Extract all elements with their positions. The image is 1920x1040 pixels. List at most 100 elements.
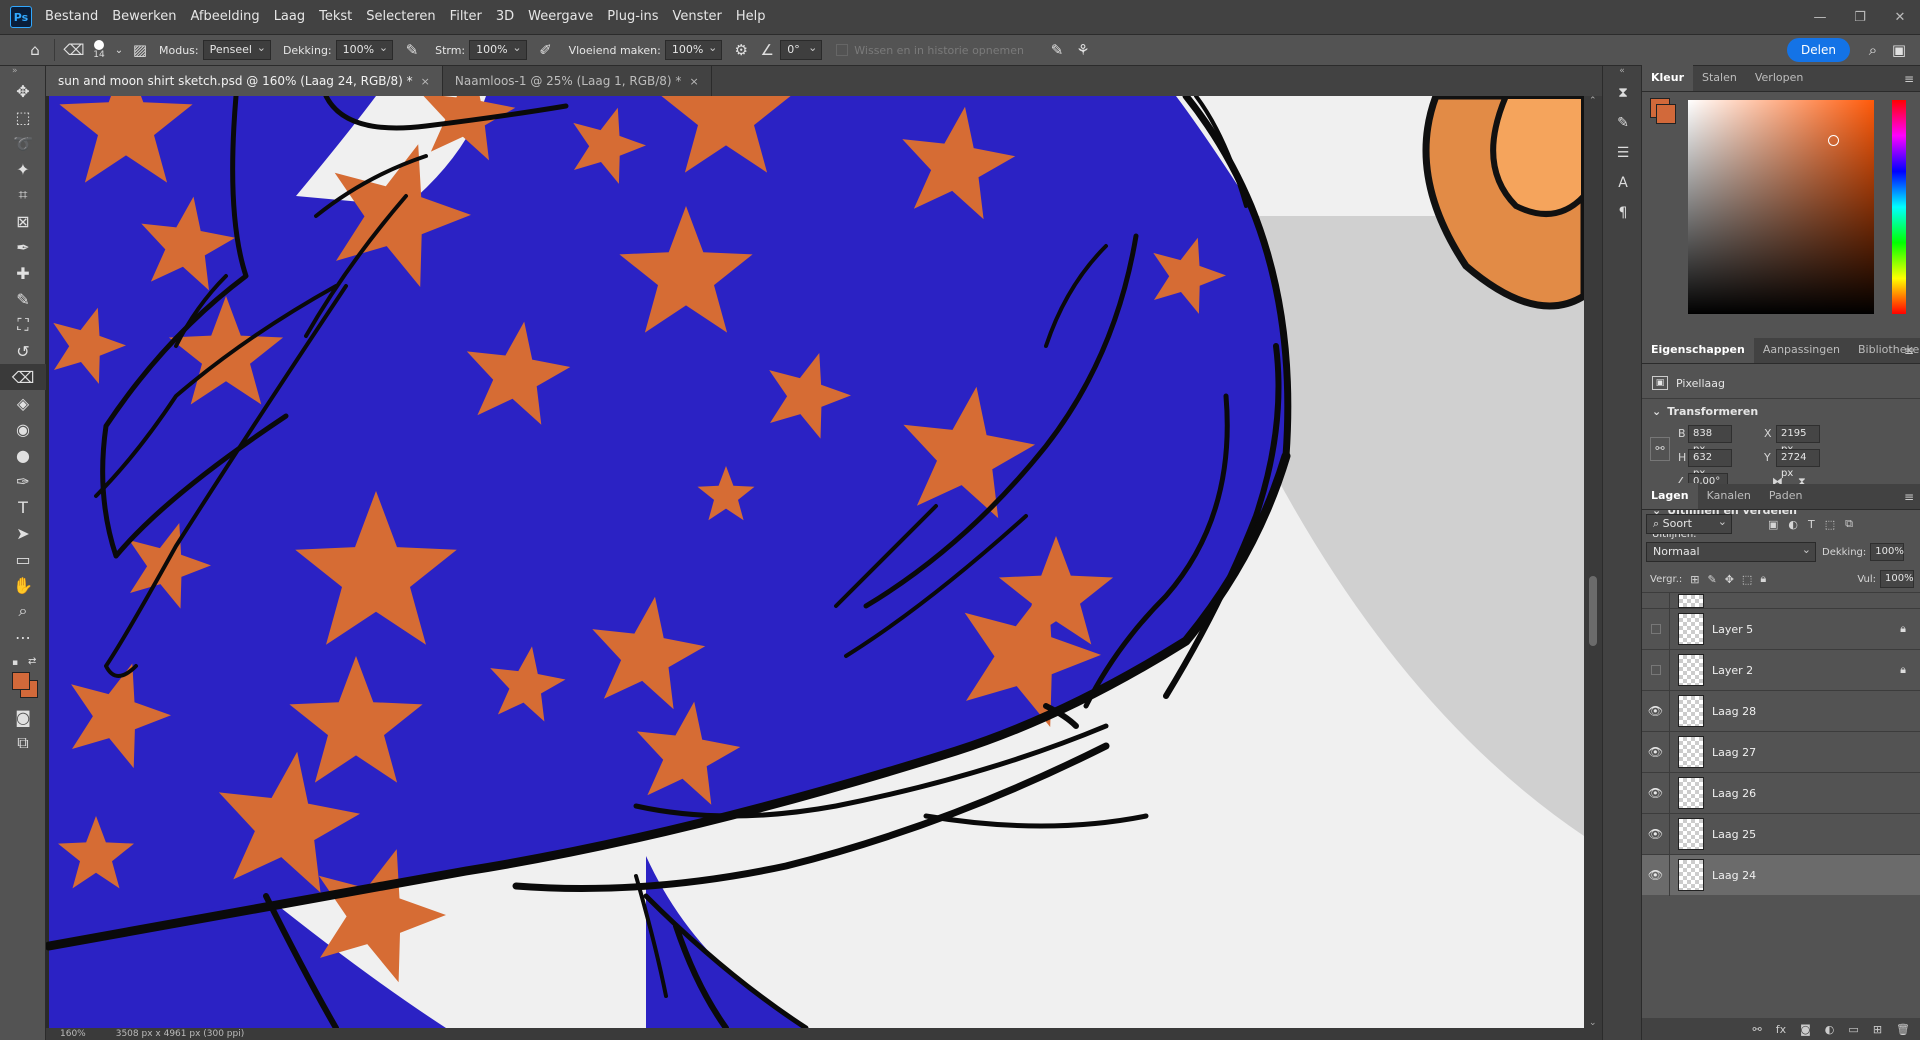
eye-icon[interactable]: 👁︎ — [1642, 731, 1670, 773]
link-icon[interactable]: ⚯ — [1650, 437, 1670, 461]
new-group-icon[interactable]: ▭ — [1848, 1023, 1858, 1036]
saturation-field[interactable] — [1688, 100, 1874, 314]
filter-pixel-icon[interactable]: ▣ — [1768, 518, 1778, 531]
tab-properties[interactable]: Eigenschappen — [1642, 337, 1754, 363]
pen-tool-icon[interactable]: ✑ — [0, 468, 46, 494]
close-icon[interactable]: × — [689, 75, 698, 88]
restore-icon[interactable]: ❐ — [1840, 0, 1880, 34]
hue-slider[interactable] — [1892, 100, 1906, 314]
filter-adjustment-icon[interactable]: ◐ — [1788, 518, 1798, 531]
tab-color[interactable]: Kleur — [1642, 65, 1694, 91]
healing-brush-tool-icon[interactable]: ✚ — [0, 260, 46, 286]
panel-background-swatch[interactable] — [1656, 104, 1676, 124]
close-icon[interactable]: ✕ — [1880, 0, 1920, 34]
magic-wand-tool-icon[interactable]: ✦ — [0, 156, 46, 182]
history-brush-tool-icon[interactable]: ↺ — [0, 338, 46, 364]
lock-pixels-icon[interactable]: ✎ — [1707, 573, 1716, 586]
eyedropper-tool-icon[interactable]: ✒ — [0, 234, 46, 260]
scroll-down-icon[interactable]: ⌄ — [1589, 1018, 1597, 1028]
move-tool-icon[interactable]: ✥ — [0, 78, 46, 104]
hand-tool-icon[interactable]: ✋ — [0, 572, 46, 598]
marquee-tool-icon[interactable]: ⬚ — [0, 104, 46, 130]
flow-input[interactable]: 100% — [469, 39, 527, 60]
quick-mask-icon[interactable]: ◙ — [0, 704, 46, 730]
brush-presets-icon[interactable]: ✎ — [1603, 108, 1643, 138]
trash-icon[interactable]: 🗑︎ — [1896, 1023, 1910, 1036]
menu-bewerken[interactable]: Bewerken — [105, 0, 183, 34]
paragraph-icon[interactable]: ¶ — [1603, 198, 1643, 228]
gear-icon[interactable]: ⚙ — [728, 38, 754, 62]
character-icon[interactable]: A — [1603, 168, 1643, 198]
transform-header[interactable]: ⌄ Transformeren — [1642, 399, 1920, 423]
layer-opacity-input[interactable]: 100% — [1870, 543, 1905, 561]
add-mask-icon[interactable]: ◙ — [1800, 1023, 1811, 1036]
adjustments-icon[interactable]: ☰ — [1603, 138, 1643, 168]
layer-row-partial[interactable] — [1642, 592, 1920, 608]
lock-all-icon[interactable]: 🔒︎ — [1760, 572, 1766, 586]
eraser-preset-icon[interactable]: ⌫ — [61, 38, 87, 62]
fill-input[interactable]: 100% — [1880, 570, 1914, 588]
menu-filter[interactable]: Filter — [443, 0, 489, 34]
layer-row-laag-27[interactable]: 👁︎ Laag 27 — [1642, 731, 1920, 773]
dodge-tool-icon[interactable]: ● — [0, 442, 46, 468]
layer-row-laag-28[interactable]: 👁︎ Laag 28 — [1642, 690, 1920, 732]
visibility-toggle[interactable] — [1642, 593, 1670, 608]
filter-type-icon[interactable]: T — [1808, 518, 1815, 531]
scroll-thumb[interactable] — [1589, 576, 1597, 646]
panel-menu-icon[interactable]: ≡ — [1904, 344, 1914, 358]
menu-weergave[interactable]: Weergave — [521, 0, 600, 34]
search-icon[interactable]: ⌕ — [1860, 38, 1886, 62]
brush-settings-icon[interactable]: ▨ — [127, 38, 153, 62]
menu-laag[interactable]: Laag — [267, 0, 312, 34]
default-colors-icon[interactable]: ▪ — [12, 658, 18, 668]
eye-icon[interactable]: 👁︎ — [1642, 690, 1670, 732]
layer-row-layer-5[interactable]: Layer 5 🔒︎ — [1642, 608, 1920, 650]
collapse-icon[interactable]: « — [1603, 66, 1641, 78]
menu-afbeelding[interactable]: Afbeelding — [183, 0, 266, 34]
scroll-up-icon[interactable]: ⌃ — [1589, 96, 1597, 106]
fx-icon[interactable]: fx — [1776, 1023, 1786, 1036]
mores-tool-icon[interactable]: ⋯ — [0, 624, 46, 650]
canvas-area[interactable] — [46, 96, 1584, 1028]
tab-adjustments[interactable]: Aanpassingen — [1754, 337, 1849, 363]
layer-row-layer-2[interactable]: Layer 2 🔒︎ — [1642, 649, 1920, 691]
history-icon[interactable]: ⧗ — [1603, 78, 1643, 108]
eye-icon[interactable]: 👁︎ — [1642, 813, 1670, 855]
close-icon[interactable]: × — [421, 75, 430, 88]
tab-swatches[interactable]: Stalen — [1693, 65, 1746, 91]
pressure-size-icon[interactable]: ✎ — [1044, 38, 1070, 62]
width-input[interactable]: 838 px — [1688, 425, 1732, 455]
tab-gradients[interactable]: Verlopen — [1746, 65, 1812, 91]
layer-row-laag-26[interactable]: 👁︎ Laag 26 — [1642, 772, 1920, 814]
canvas-artwork[interactable] — [46, 96, 1584, 1028]
frame-tool-icon[interactable]: ⊠ — [0, 208, 46, 234]
lock-position-icon[interactable]: ✥ — [1725, 573, 1734, 586]
eye-icon[interactable]: 👁︎ — [1642, 854, 1670, 896]
foreground-color-swatch[interactable] — [12, 672, 30, 690]
airbrush-icon[interactable]: ✐ — [533, 38, 559, 62]
color-picker-handle[interactable] — [1828, 135, 1839, 146]
adjustment-layer-icon[interactable]: ◐ — [1825, 1023, 1835, 1036]
crop-tool-icon[interactable]: ⌗ — [0, 182, 46, 208]
tab-naamloos[interactable]: Naamloos-1 @ 25% (Laag 1, RGB/8) * × — [443, 66, 712, 96]
panel-menu-icon[interactable]: ≡ — [1904, 72, 1914, 86]
zoom-level[interactable]: 160% — [60, 1029, 86, 1039]
swap-colors-icon[interactable]: ⇄ — [28, 656, 36, 667]
tab-layers[interactable]: Lagen — [1642, 483, 1698, 509]
new-layer-icon[interactable]: ⊞ — [1873, 1023, 1882, 1036]
type-tool-icon[interactable]: T — [0, 494, 46, 520]
filter-shape-icon[interactable]: ⬚ — [1825, 518, 1835, 531]
menu-tekst[interactable]: Tekst — [312, 0, 359, 34]
tab-paths[interactable]: Paden — [1760, 483, 1812, 509]
menu-bestand[interactable]: Bestand — [38, 0, 105, 34]
layer-row-laag-24[interactable]: 👁︎ Laag 24 — [1642, 854, 1920, 896]
panel-menu-icon[interactable]: ≡ — [1904, 490, 1914, 504]
smoothing-input[interactable]: 100% — [664, 39, 723, 60]
y-input[interactable]: 2724 px — [1776, 449, 1820, 479]
workspace-icon[interactable]: ▣ — [1886, 38, 1912, 62]
brush-tool-icon[interactable]: ✎ — [0, 286, 46, 312]
rectangle-tool-icon[interactable]: ▭ — [0, 546, 46, 572]
lock-artboard-icon[interactable]: ⬚ — [1742, 573, 1752, 586]
erase-history-checkbox[interactable] — [836, 44, 849, 56]
tab-sun-and-moon[interactable]: sun and moon shirt sketch.psd @ 160% (La… — [46, 66, 443, 96]
